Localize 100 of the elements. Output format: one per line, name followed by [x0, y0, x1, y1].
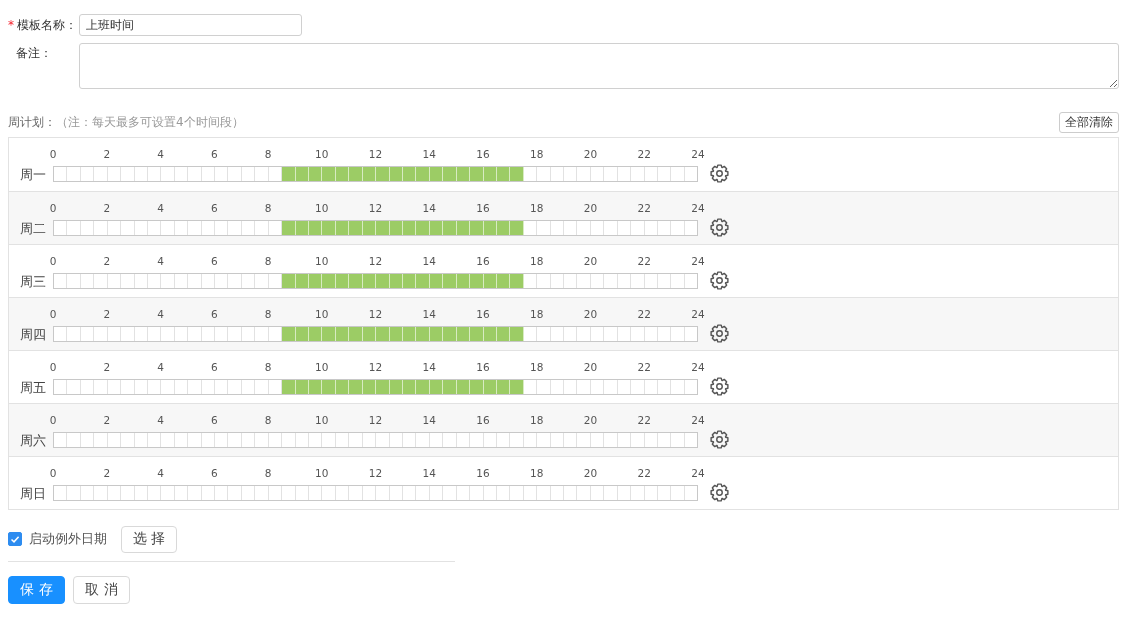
- time-slot-cell[interactable]: [416, 166, 430, 181]
- time-slot-cell[interactable]: [349, 326, 363, 341]
- hour-tick-label: 22: [637, 254, 651, 268]
- time-slot-cell[interactable]: [470, 166, 484, 181]
- hour-tick-label: 14: [422, 147, 436, 161]
- hour-tick-label: 6: [210, 466, 218, 480]
- hour-tick-label: 8: [264, 413, 272, 427]
- hour-tick-label: 0: [49, 360, 57, 374]
- hour-tick-label: 16: [476, 466, 490, 480]
- hour-tick-label: 0: [49, 147, 57, 161]
- hour-tick-label: 14: [422, 201, 436, 215]
- section-note: （注：每天最多可设置4个时间段）: [56, 113, 244, 131]
- day-label: 周日: [19, 486, 47, 503]
- time-slot-cell[interactable]: [309, 220, 323, 235]
- field-label: 模板名称：: [17, 16, 77, 34]
- time-slot-cell[interactable]: [282, 273, 296, 288]
- hour-tick-label: 14: [422, 360, 436, 374]
- time-slot-cell[interactable]: [376, 166, 390, 181]
- day-label: 周四: [19, 327, 47, 344]
- hour-tick-label: 14: [422, 466, 436, 480]
- settings-icon[interactable]: [710, 324, 729, 343]
- time-slot-cell[interactable]: [349, 379, 363, 394]
- hour-tick-label: 22: [637, 201, 651, 215]
- time-slot-cell[interactable]: [510, 326, 524, 341]
- time-slot-cell[interactable]: [309, 326, 323, 341]
- time-slot-cell[interactable]: [322, 379, 336, 394]
- time-slot-cell[interactable]: [322, 166, 336, 181]
- hour-tick-label: 8: [264, 147, 272, 161]
- time-slot-cell[interactable]: [282, 166, 296, 181]
- time-slot-cell[interactable]: [416, 273, 430, 288]
- required-mark: *: [8, 18, 15, 32]
- hour-tick-label: 6: [210, 254, 218, 268]
- field-label: 备注：: [16, 45, 52, 62]
- hour-tick-label: 16: [476, 413, 490, 427]
- hour-tick-label: 12: [368, 466, 383, 480]
- time-slot-cell[interactable]: [416, 379, 430, 394]
- time-slot-cell[interactable]: [510, 166, 524, 181]
- time-slot-cell[interactable]: [443, 379, 457, 394]
- time-slot-cell[interactable]: [416, 220, 430, 235]
- time-slot-cell[interactable]: [282, 379, 296, 394]
- hour-tick-label: 14: [422, 254, 436, 268]
- hour-tick-label: 22: [637, 413, 651, 427]
- checkbox[interactable]: [8, 532, 22, 546]
- hour-tick-label: 2: [103, 147, 111, 161]
- hour-tick-label: 16: [476, 147, 490, 161]
- day-label: 周二: [19, 221, 47, 238]
- settings-icon[interactable]: [710, 483, 729, 502]
- hour-tick-label: 10: [315, 147, 329, 161]
- time-slot-cell[interactable]: [443, 220, 457, 235]
- clear-all-button[interactable]: 全部清除: [1059, 111, 1119, 133]
- time-slot-cell[interactable]: [376, 379, 390, 394]
- hour-tick-label: 2: [103, 413, 111, 427]
- time-slot-cell[interactable]: [443, 166, 457, 181]
- hour-tick-label: 16: [476, 360, 490, 374]
- checkbox-label: 启动例外日期: [29, 530, 107, 548]
- hour-tick-label: 24: [691, 307, 705, 321]
- time-slot-cell[interactable]: [416, 326, 430, 341]
- time-slot-cell[interactable]: [376, 273, 390, 288]
- hour-tick-label: 12: [368, 147, 383, 161]
- time-slot-cell[interactable]: [309, 166, 323, 181]
- settings-icon[interactable]: [710, 430, 729, 449]
- hour-tick-label: 22: [637, 147, 651, 161]
- time-slot-cell[interactable]: [322, 273, 336, 288]
- time-slot-cell[interactable]: [470, 220, 484, 235]
- hour-tick-label: 2: [103, 254, 111, 268]
- time-slot-cell[interactable]: [443, 273, 457, 288]
- settings-icon[interactable]: [710, 377, 729, 396]
- select-button[interactable]: 选 择: [121, 525, 177, 553]
- remark-textarea[interactable]: [79, 43, 1119, 89]
- time-slot-cell[interactable]: [282, 326, 296, 341]
- time-slot-cell[interactable]: [443, 326, 457, 341]
- hour-tick-label: 24: [691, 201, 705, 215]
- time-slot-cell[interactable]: [510, 220, 524, 235]
- time-slot-cell[interactable]: [322, 220, 336, 235]
- time-slot-cell[interactable]: [309, 273, 323, 288]
- hour-tick-label: 22: [637, 360, 651, 374]
- hour-tick-label: 8: [264, 360, 272, 374]
- time-slot-cell[interactable]: [510, 379, 524, 394]
- time-slot-cell[interactable]: [510, 273, 524, 288]
- template-name-input[interactable]: 上班时间: [79, 14, 302, 36]
- time-slot-cell[interactable]: [309, 379, 323, 394]
- time-slot-cell[interactable]: [470, 273, 484, 288]
- hour-tick-label: 24: [691, 466, 705, 480]
- time-slot-cell[interactable]: [470, 379, 484, 394]
- settings-icon[interactable]: [710, 218, 729, 237]
- time-slot-cell[interactable]: [349, 220, 363, 235]
- time-slot-cell[interactable]: [376, 326, 390, 341]
- time-slot-cell[interactable]: [470, 326, 484, 341]
- time-slot-cell[interactable]: [349, 166, 363, 181]
- time-slot-cell[interactable]: [376, 220, 390, 235]
- time-slot-cell[interactable]: [282, 220, 296, 235]
- time-slot-cell[interactable]: [322, 326, 336, 341]
- settings-icon[interactable]: [710, 164, 729, 183]
- time-slot-cell[interactable]: [349, 273, 363, 288]
- hour-tick-label: 10: [315, 307, 329, 321]
- cancel-button[interactable]: 取 消: [73, 576, 130, 604]
- settings-icon[interactable]: [710, 271, 729, 290]
- hour-tick-label: 0: [49, 413, 57, 427]
- hour-tick-label: 20: [583, 254, 598, 268]
- hour-tick-label: 22: [637, 307, 651, 321]
